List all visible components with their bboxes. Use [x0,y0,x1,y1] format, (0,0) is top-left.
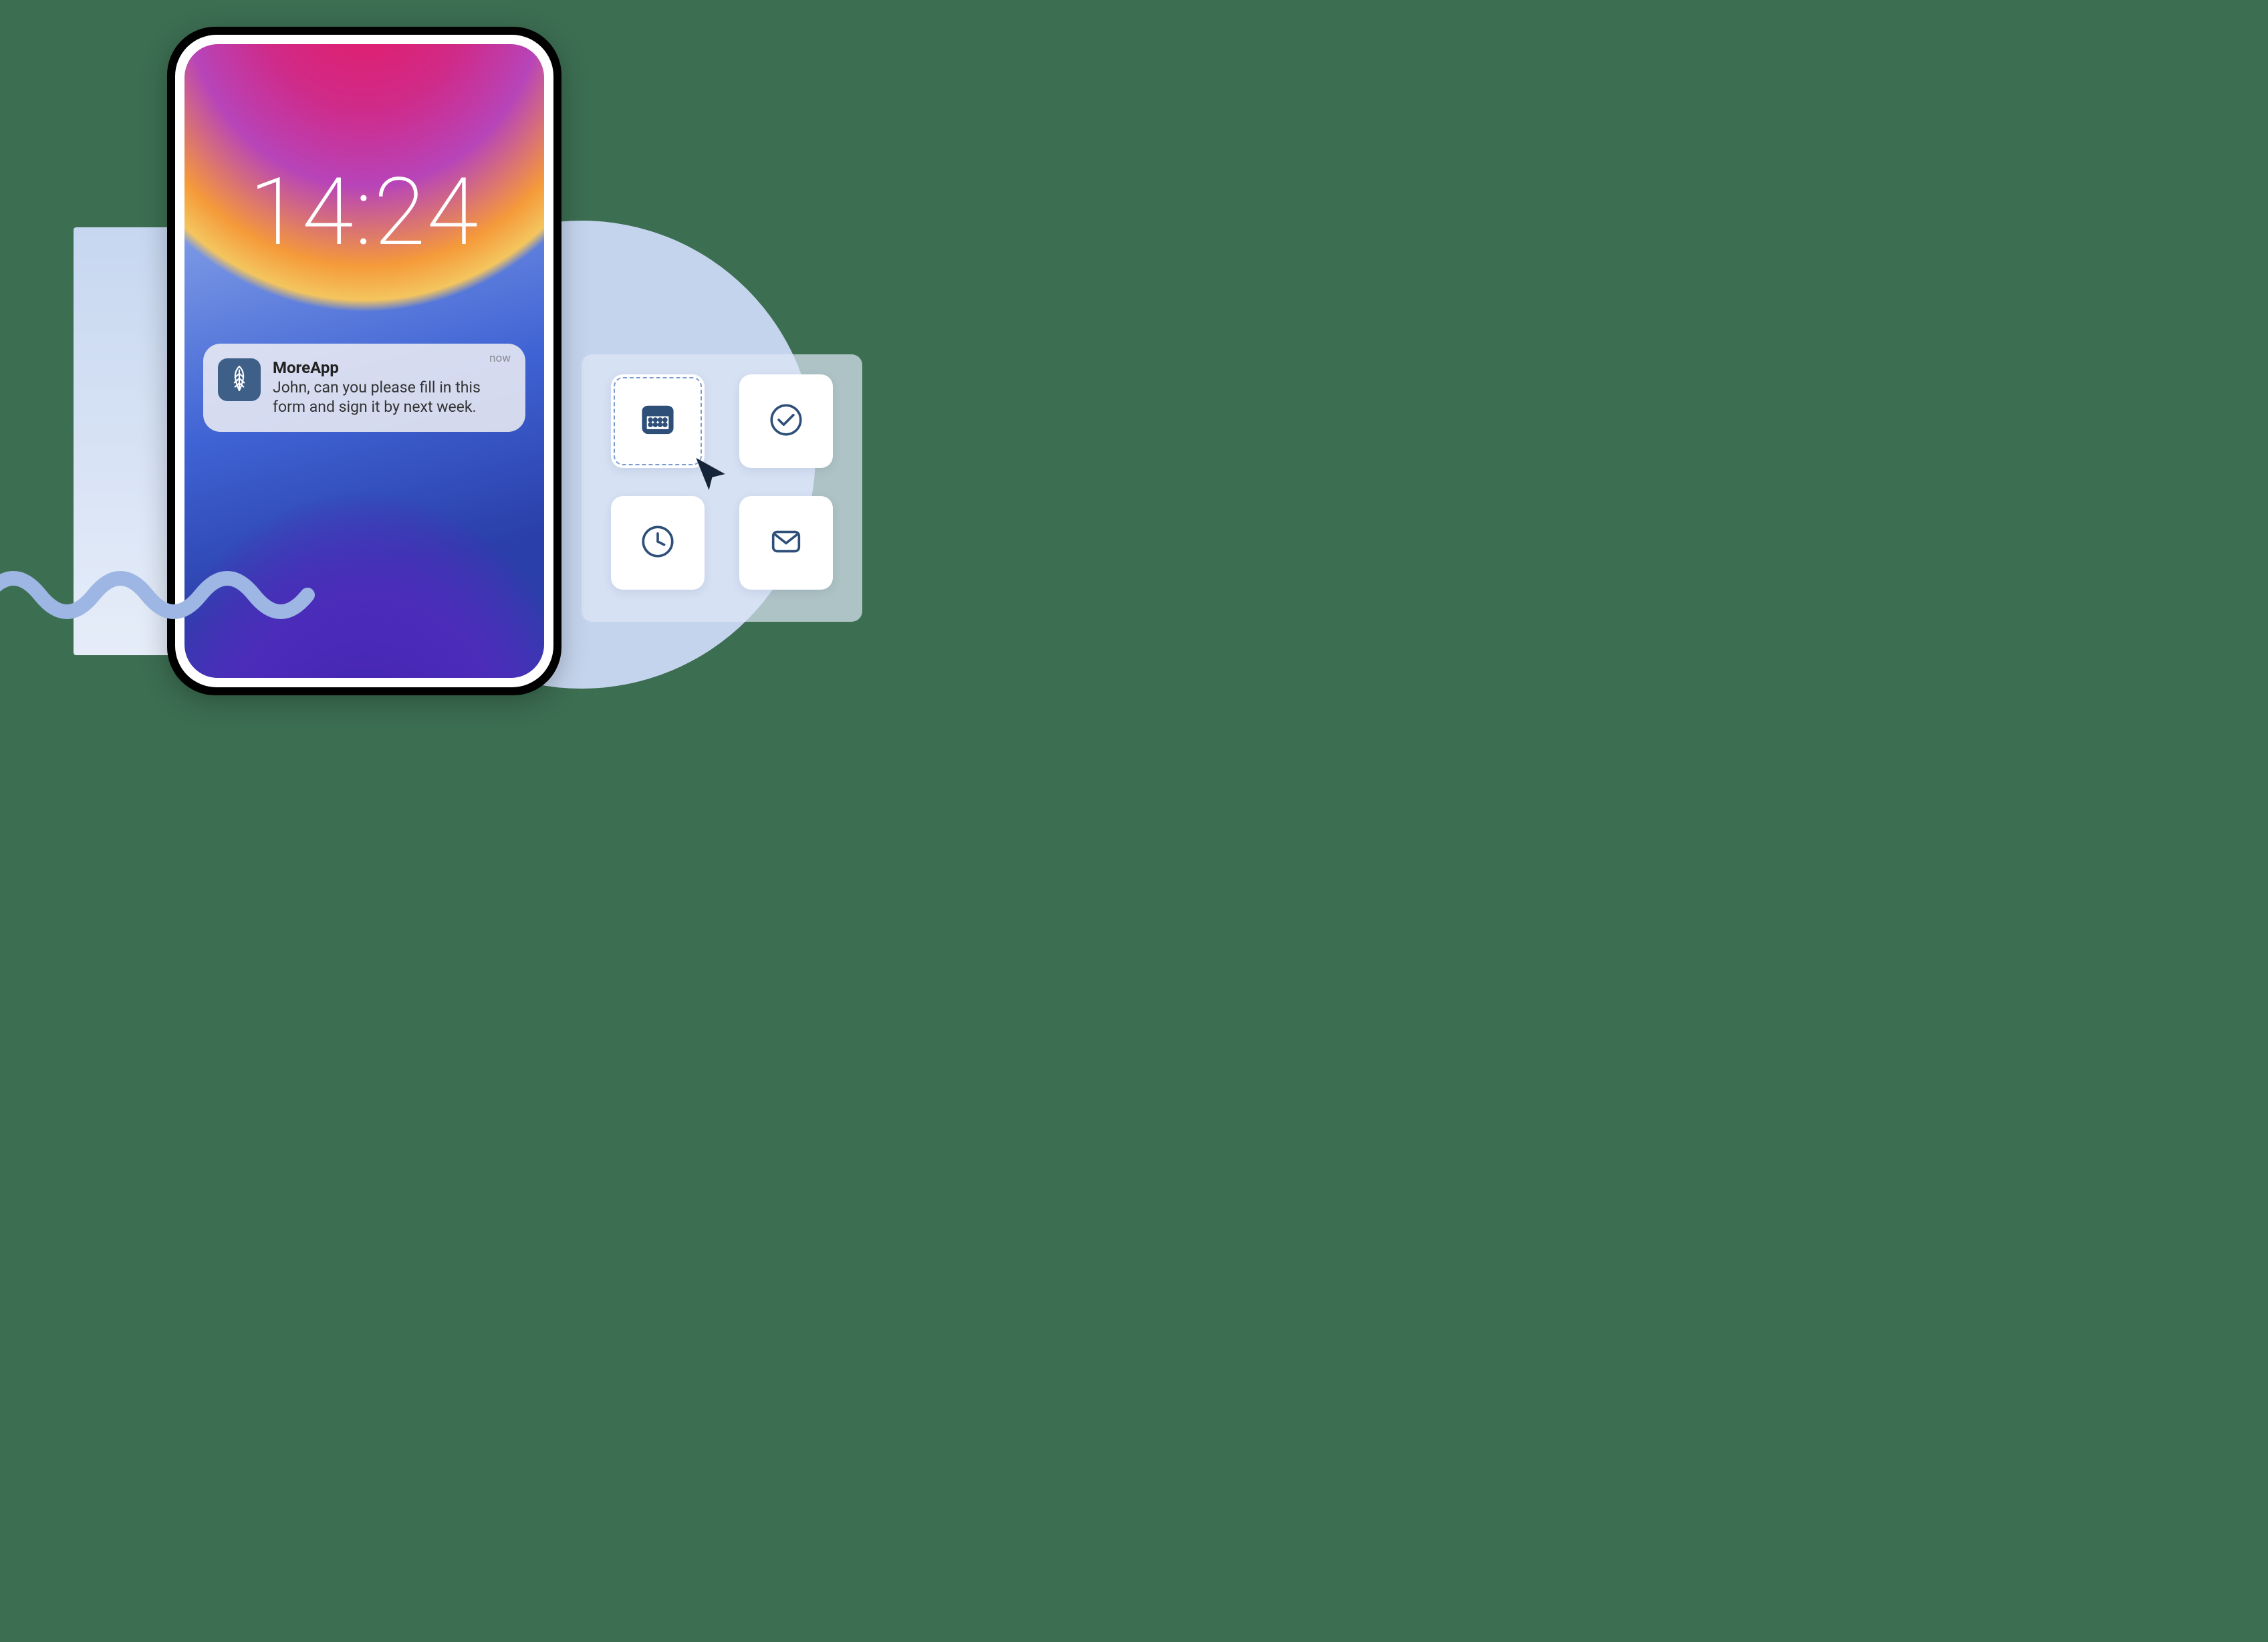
push-notification[interactable]: MoreApp John, can you please fill in thi… [203,344,525,432]
tile-calendar[interactable] [611,374,705,468]
lockscreen-clock: 14:24 [184,158,544,267]
notification-body: MoreApp John, can you please fill in thi… [273,358,511,417]
notification-app-icon [218,358,261,401]
cursor-icon [691,455,714,477]
tile-mail[interactable] [739,496,833,590]
clock-icon [638,522,677,564]
notification-timestamp: now [489,352,511,365]
icon-picker-panel [582,354,862,622]
leaf-icon [227,364,251,396]
tile-check[interactable] [739,374,833,468]
calendar-icon [638,400,677,442]
notification-message: John, can you please fill in this form a… [273,378,511,417]
illustration-stage: 14:24 [0,0,936,677]
check-circle-icon [767,400,805,442]
mail-icon [767,522,805,564]
notification-app-name: MoreApp [273,358,511,377]
decorative-squiggle [0,555,334,635]
tile-clock[interactable] [611,496,705,590]
